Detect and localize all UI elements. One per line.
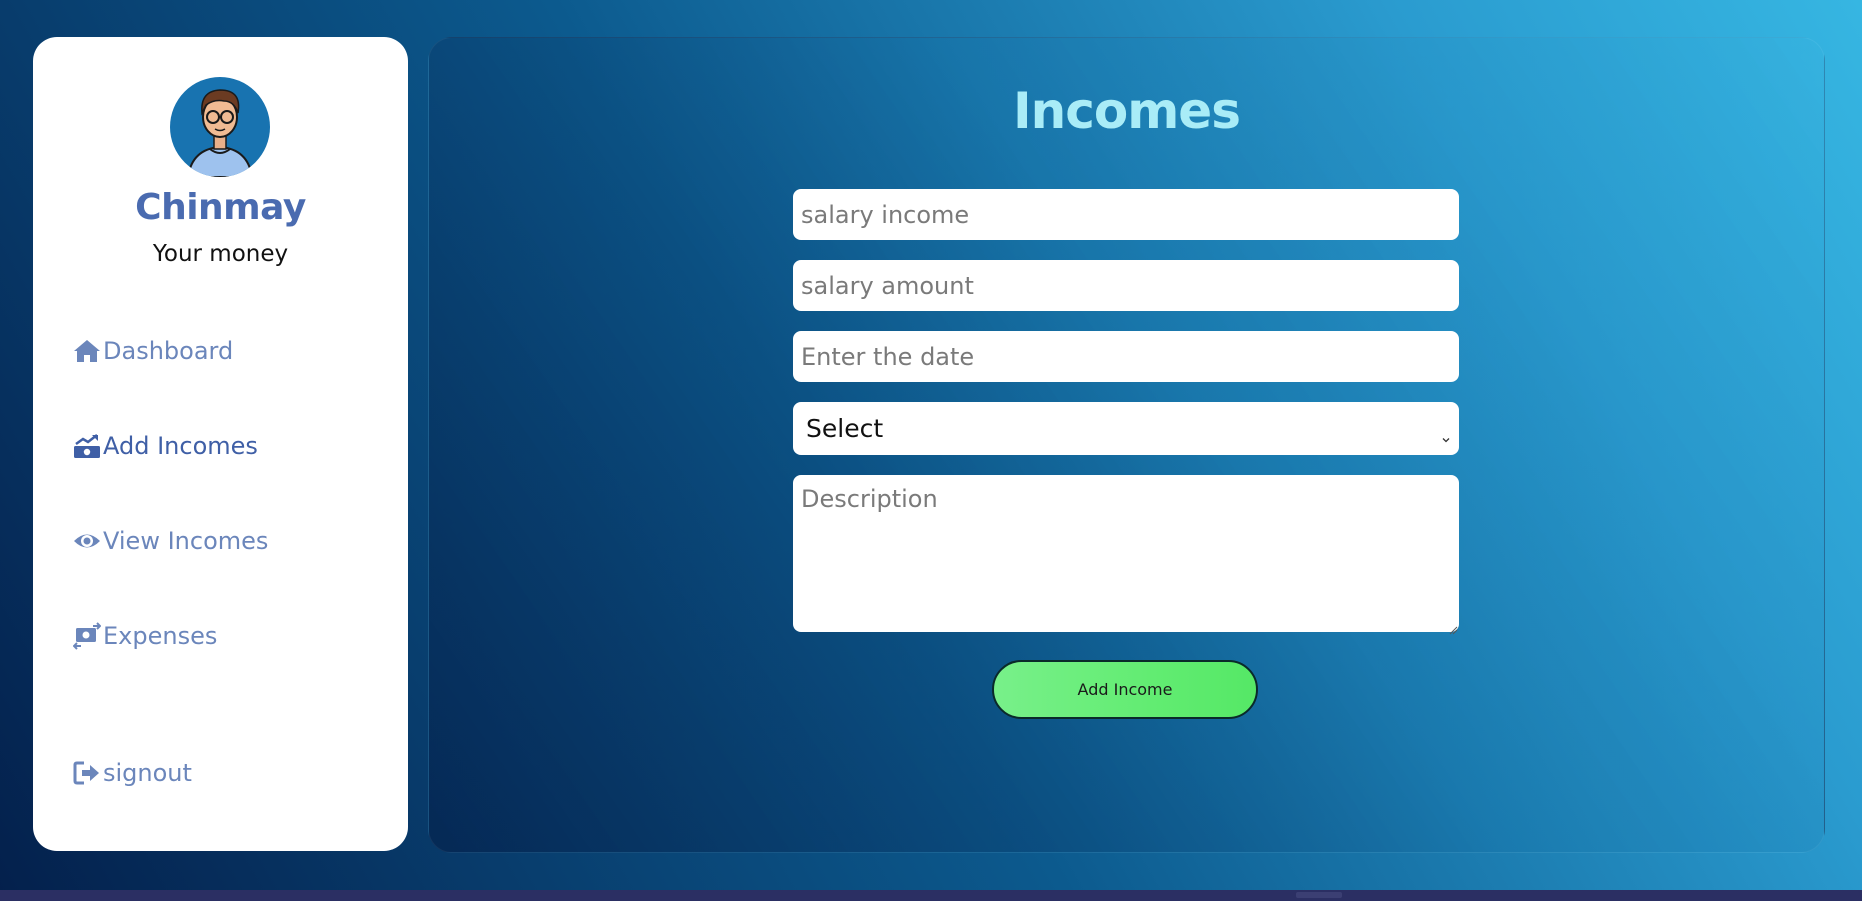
category-select[interactable]: Select: [793, 402, 1459, 455]
income-amount-input[interactable]: [793, 260, 1459, 311]
main-panel: Incomes Select Add Income: [428, 37, 1825, 853]
sidebar-item-signout[interactable]: signout: [73, 756, 192, 790]
sidebar-item-expenses[interactable]: Expenses: [73, 619, 217, 653]
sidebar-item-dashboard[interactable]: Dashboard: [73, 334, 233, 368]
sidebar: Chinmay Your money Dashboard Add Incomes: [33, 37, 408, 851]
sidebar-item-label: View Incomes: [103, 527, 269, 555]
money-exchange-icon: [73, 622, 101, 650]
category-select-value: Select: [806, 414, 884, 443]
page-title: Incomes: [1013, 82, 1241, 140]
username: Chinmay: [135, 187, 306, 228]
sidebar-item-view-incomes[interactable]: View Incomes: [73, 524, 268, 558]
income-title-input[interactable]: [793, 189, 1459, 240]
resize-grip-icon[interactable]: [1448, 620, 1458, 635]
money-trend-icon: [73, 432, 101, 460]
add-income-button[interactable]: Add Income: [992, 660, 1258, 719]
sidebar-item-label: Add Incomes: [103, 432, 258, 460]
chevron-down-icon: [1441, 422, 1451, 443]
eye-icon: [73, 527, 101, 555]
sidebar-item-label: signout: [103, 759, 192, 787]
sidebar-item-add-incomes[interactable]: Add Incomes: [73, 429, 258, 463]
avatar: [170, 77, 270, 177]
signout-icon: [73, 759, 101, 787]
taskbar-indicator: [1296, 892, 1342, 898]
tagline: Your money: [152, 241, 289, 267]
sidebar-item-label: Expenses: [103, 622, 218, 650]
sidebar-item-label: Dashboard: [103, 337, 234, 365]
taskbar-strip: [0, 890, 1862, 901]
income-date-input[interactable]: [793, 331, 1459, 382]
description-textarea[interactable]: [793, 475, 1459, 632]
home-icon: [73, 337, 101, 365]
